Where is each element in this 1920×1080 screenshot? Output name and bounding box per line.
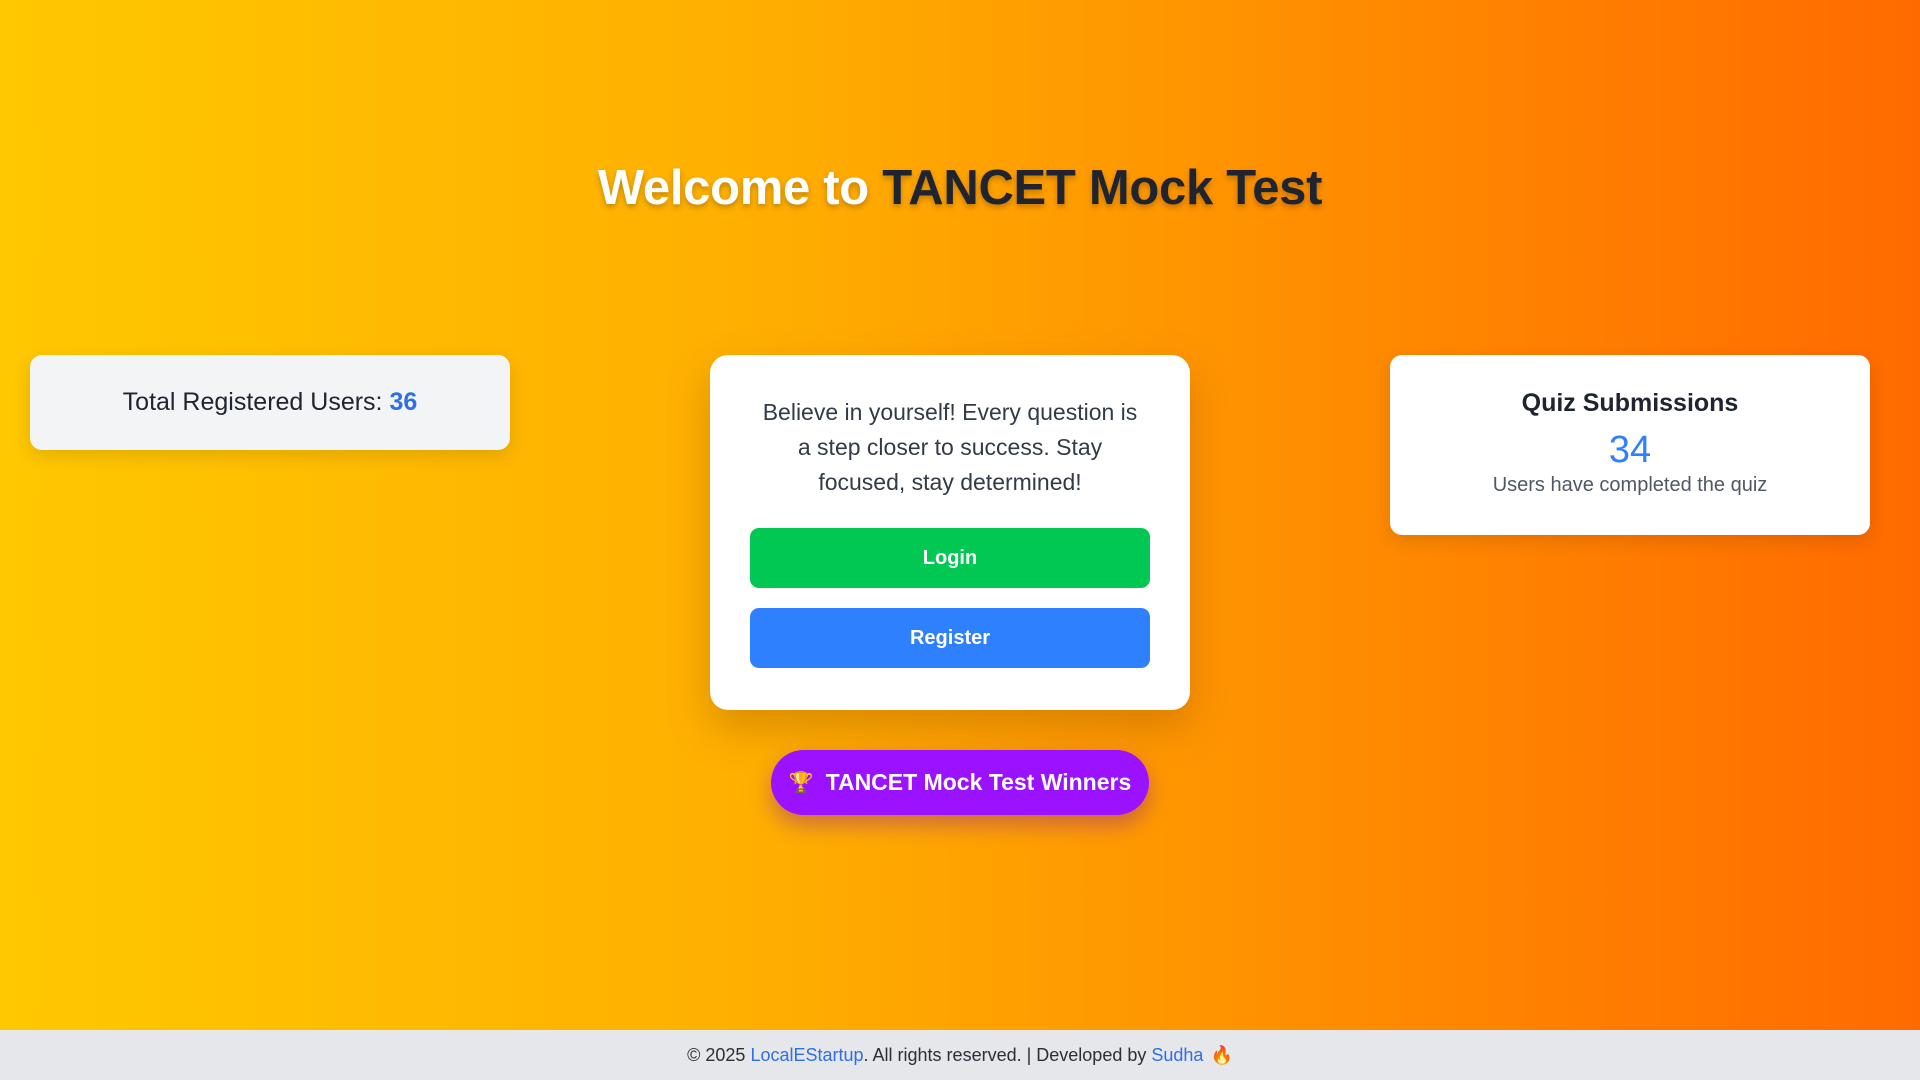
quiz-submissions-card: Quiz Submissions 34 Users have completed… [1390,355,1870,535]
registered-users-card: Total Registered Users: 36 [30,355,510,450]
fire-icon: 🔥 [1210,1044,1233,1065]
winners-button[interactable]: 🏆 TANCET Mock Test Winners [771,750,1149,815]
register-button[interactable]: Register [750,608,1150,668]
trophy-icon: 🏆 [788,772,814,794]
login-button[interactable]: Login [750,528,1150,588]
title-welcome: Welcome to [597,161,869,215]
motivation-text: Believe in yourself! Every question is a… [762,399,1138,495]
footer-rights: . All rights reserved. | Developed by [863,1044,1147,1065]
footer: © 2025 LocalEStartup. All rights reserve… [0,1030,1920,1080]
quiz-submissions-title: Quiz Submissions [1521,389,1739,417]
footer-developer-link[interactable]: Sudha [1151,1045,1203,1066]
footer-copyright: © 2025 [687,1044,746,1065]
auth-card: Believe in yourself! Every question is a… [710,355,1190,710]
registered-users-label: Total Registered Users: [122,388,383,416]
registered-users-count: 36 [389,388,418,416]
footer-company-link[interactable]: LocalEStartup [750,1045,863,1066]
page-title: Welcome to TANCET Mock Test [0,160,1920,216]
title-brand: TANCET Mock Test [882,161,1323,215]
quiz-submissions-subtitle: Users have completed the quiz [1492,474,1768,496]
quiz-submissions-count: 34 [1608,429,1652,471]
winners-button-label: TANCET Mock Test Winners [825,769,1132,795]
